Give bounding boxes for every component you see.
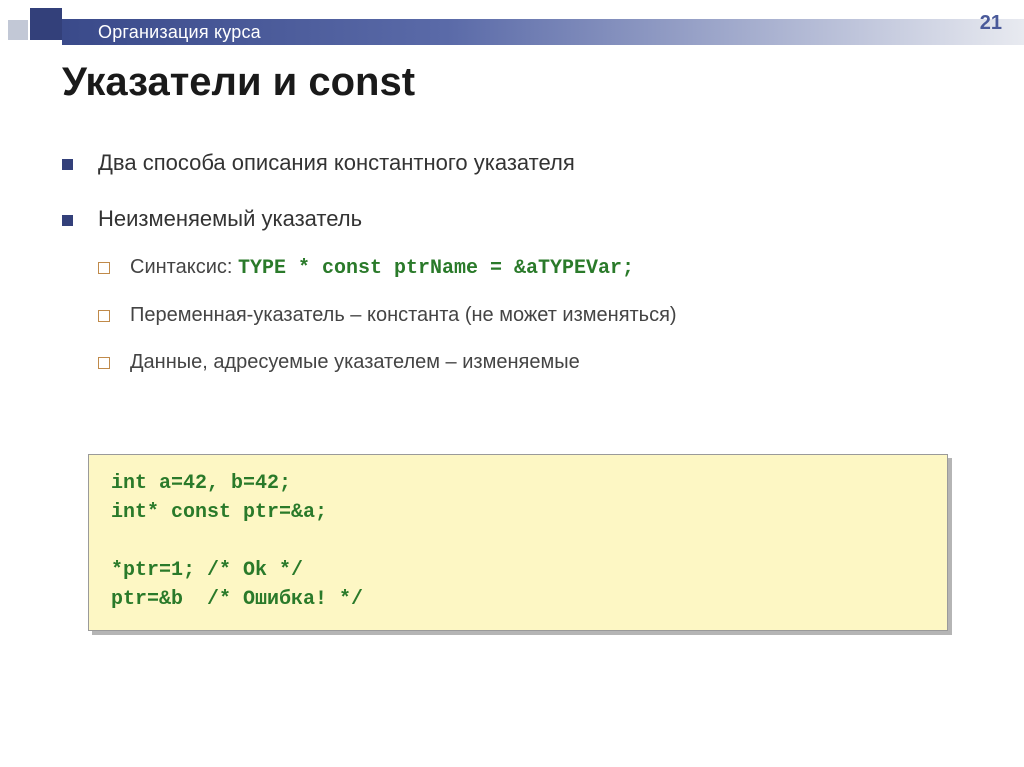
sub-bullet-text: Данные, адресуемые указателем – изменяем… bbox=[130, 351, 580, 373]
page-title: Указатели и const bbox=[62, 60, 415, 105]
bullet-item: Два способа описания константного указат… bbox=[62, 150, 974, 176]
slide: Организация курса 21 Указатели и const Д… bbox=[0, 0, 1024, 767]
bullet-text: Неизменяемый указатель bbox=[98, 206, 362, 231]
sub-bullet-list: Синтаксис: TYPE * const ptrName = &aTYPE… bbox=[98, 256, 974, 374]
deco-square-dark bbox=[30, 8, 62, 40]
sub-bullet-item: Данные, адресуемые указателем – изменяем… bbox=[98, 351, 974, 374]
header-bar: Организация курса bbox=[62, 19, 1024, 45]
sub-bullet-item: Переменная-указатель – константа (не мож… bbox=[98, 304, 974, 327]
deco-square-light bbox=[8, 20, 28, 40]
bullet-text: Два способа описания константного указат… bbox=[98, 150, 575, 175]
page-number: 21 bbox=[980, 12, 1002, 35]
sub-bullet-text: Переменная-указатель – константа (не мож… bbox=[130, 304, 677, 326]
sub-bullet-item: Синтаксис: TYPE * const ptrName = &aTYPE… bbox=[98, 256, 974, 280]
sub-bullet-text: Синтаксис: bbox=[130, 256, 238, 278]
breadcrumb: Организация курса bbox=[98, 22, 261, 43]
bullet-list: Два способа описания константного указат… bbox=[62, 150, 974, 374]
code-block-wrapper: int a=42, b=42; int* const ptr=&a; *ptr=… bbox=[88, 454, 948, 631]
content-area: Два способа описания константного указат… bbox=[62, 150, 974, 404]
bullet-item: Неизменяемый указатель Синтаксис: TYPE *… bbox=[62, 206, 974, 374]
corner-decoration bbox=[8, 8, 68, 48]
code-block: int a=42, b=42; int* const ptr=&a; *ptr=… bbox=[88, 454, 948, 631]
inline-code: TYPE * const ptrName = &aTYPEVar; bbox=[238, 257, 634, 280]
